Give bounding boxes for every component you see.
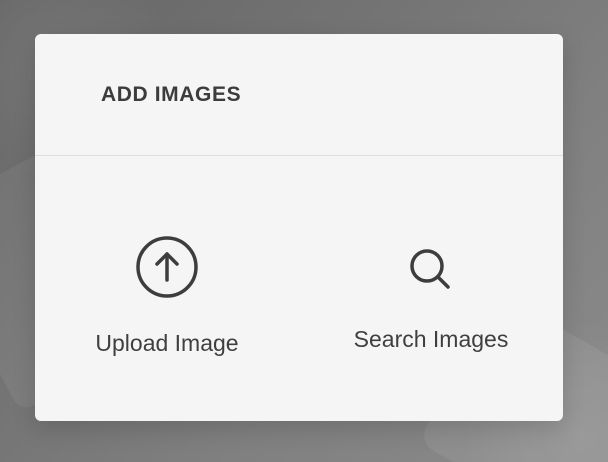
search-images-button[interactable]: Search Images (321, 230, 541, 360)
add-images-dialog: ADD IMAGES Upload Image Search Images (35, 34, 563, 421)
dialog-title: ADD IMAGES (101, 83, 242, 106)
upload-image-button[interactable]: Upload Image (57, 230, 277, 360)
upload-icon (134, 234, 200, 300)
dialog-header: ADD IMAGES (35, 34, 563, 156)
image-options: Upload Image Search Images (35, 156, 563, 420)
search-icon (405, 244, 457, 296)
search-images-label: Search Images (353, 326, 509, 353)
upload-image-label: Upload Image (95, 329, 239, 356)
